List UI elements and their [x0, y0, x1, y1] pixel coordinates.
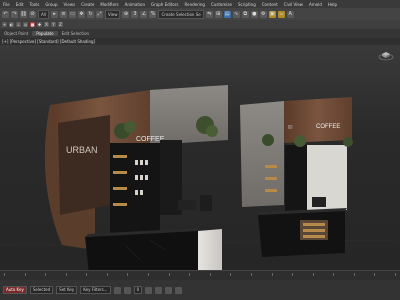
menu-views[interactable]: Views: [61, 2, 79, 7]
redo-icon[interactable]: ↷: [11, 10, 18, 18]
ribbon-sub-label: Edit Selection: [61, 31, 90, 36]
pan-icon[interactable]: [155, 286, 163, 294]
right-kiosk: COFFEE ▯▯: [240, 97, 353, 257]
menu-edit[interactable]: Edit: [13, 2, 27, 7]
svg-text:▯▯: ▯▯: [288, 124, 292, 129]
rect-selection-icon[interactable]: ▭: [68, 10, 76, 18]
undo-icon[interactable]: ↶: [2, 10, 9, 18]
angle-snap-icon[interactable]: ∠: [140, 10, 148, 18]
key-filters-button[interactable]: Key Filters...: [80, 286, 111, 294]
auto-key-button[interactable]: Auto Key: [3, 286, 27, 294]
display-icon[interactable]: ■: [30, 22, 35, 27]
left-sign-urban: URBAN: [66, 145, 98, 155]
modify-icon[interactable]: ◐: [9, 22, 14, 27]
current-frame-field[interactable]: 0: [133, 286, 143, 294]
menu-graph-editors[interactable]: Graph Editors: [148, 2, 181, 7]
menu-bar: File Edit Tools Group Views Create Modif…: [0, 0, 400, 8]
render-frame-icon[interactable]: ▣: [268, 10, 276, 18]
selected-dropdown[interactable]: Selected: [29, 286, 54, 294]
rotate-icon[interactable]: ↻: [86, 10, 94, 18]
select-object-icon[interactable]: ▸: [50, 10, 58, 18]
main-toolbar: ↶ ↷ ⛓ ⊘ All ▸ ≡ ▭ ✥ ↻ ⤢ View ⊕ 3 ∠ % Cre…: [0, 8, 400, 20]
percent-snap-icon[interactable]: %: [149, 10, 157, 18]
move-icon[interactable]: ✥: [77, 10, 85, 18]
menu-help[interactable]: Help: [325, 2, 340, 7]
menu-scripting[interactable]: Scripting: [235, 2, 259, 7]
viewport-label[interactable]: [+] [Perspective] [Standard] [Default Sh…: [0, 38, 400, 45]
layer-icon[interactable]: ▤: [223, 10, 231, 18]
pivot-icon[interactable]: ⊕: [122, 10, 130, 18]
menu-file[interactable]: File: [0, 2, 13, 7]
menu-rendering[interactable]: Rendering: [182, 2, 208, 7]
play-icon[interactable]: [113, 286, 121, 294]
schematic-icon[interactable]: ⧉: [241, 10, 249, 18]
create-icon[interactable]: +: [2, 22, 7, 27]
ribbon: Object Paint Populate Edit Selection: [0, 29, 400, 38]
link-axis-icon[interactable]: Z: [58, 22, 63, 27]
menu-content[interactable]: Content: [259, 2, 281, 7]
material-editor-icon[interactable]: ●: [250, 10, 258, 18]
render-setup-icon[interactable]: ⚙: [259, 10, 267, 18]
snap-icon[interactable]: 3: [131, 10, 139, 18]
mirror-icon[interactable]: ⇋: [205, 10, 213, 18]
render-icon[interactable]: ☕: [277, 10, 285, 18]
set-key-button[interactable]: Set Key: [56, 286, 78, 294]
curve-editor-icon[interactable]: ∿: [232, 10, 240, 18]
right-sign-coffee: COFFEE: [316, 124, 340, 130]
tab-object-paint[interactable]: Object Paint: [0, 31, 32, 36]
view-dropdown[interactable]: View: [104, 9, 121, 19]
menu-modifiers[interactable]: Modifiers: [97, 2, 121, 7]
align-icon[interactable]: ⊞: [214, 10, 222, 18]
viewcube[interactable]: [378, 49, 394, 61]
scale-icon[interactable]: ⤢: [95, 10, 103, 18]
menu-arnold[interactable]: Arnold: [306, 2, 325, 7]
secondary-toolbar: + ◐ ⊥ ◎ ■ ✚ X Y Z: [0, 20, 400, 29]
axis-icon[interactable]: Y: [51, 22, 56, 27]
link-icon[interactable]: ⛓: [20, 10, 27, 18]
left-kiosk: URBAN COFFEE: [44, 85, 228, 270]
menu-customize[interactable]: Customize: [208, 2, 235, 7]
unlink-icon[interactable]: ⊘: [29, 10, 36, 18]
xform-icon[interactable]: X: [44, 22, 49, 27]
scene-render: URBAN COFFEE COFFEE ▯▯: [0, 85, 400, 270]
menu-civil-view[interactable]: Civil View: [281, 2, 306, 7]
select-by-name-icon[interactable]: ≡: [59, 10, 67, 18]
menu-group[interactable]: Group: [42, 2, 60, 7]
status-bar: Auto Key Selected Set Key Key Filters...…: [0, 280, 400, 300]
orbit-icon[interactable]: [165, 286, 173, 294]
selection-filter-dropdown[interactable]: All: [38, 9, 49, 19]
maximize-viewport-icon[interactable]: [175, 286, 183, 294]
zoom-icon[interactable]: [145, 286, 153, 294]
timeline-ticks: [4, 273, 396, 279]
menu-tools[interactable]: Tools: [26, 2, 42, 7]
tab-populate[interactable]: Populate: [32, 31, 58, 36]
selection-set-dropdown[interactable]: Create Selection Se: [158, 9, 204, 19]
menu-create[interactable]: Create: [78, 2, 97, 7]
hierarchy-icon[interactable]: ⊥: [16, 22, 21, 27]
menu-animation[interactable]: Animation: [122, 2, 148, 7]
viewport[interactable]: URBAN COFFEE COFFEE ▯▯: [0, 45, 400, 270]
next-frame-icon[interactable]: [123, 286, 131, 294]
utilities-icon[interactable]: ✚: [37, 22, 42, 27]
motion-icon[interactable]: ◎: [23, 22, 28, 27]
arnold-icon[interactable]: A: [286, 10, 294, 18]
